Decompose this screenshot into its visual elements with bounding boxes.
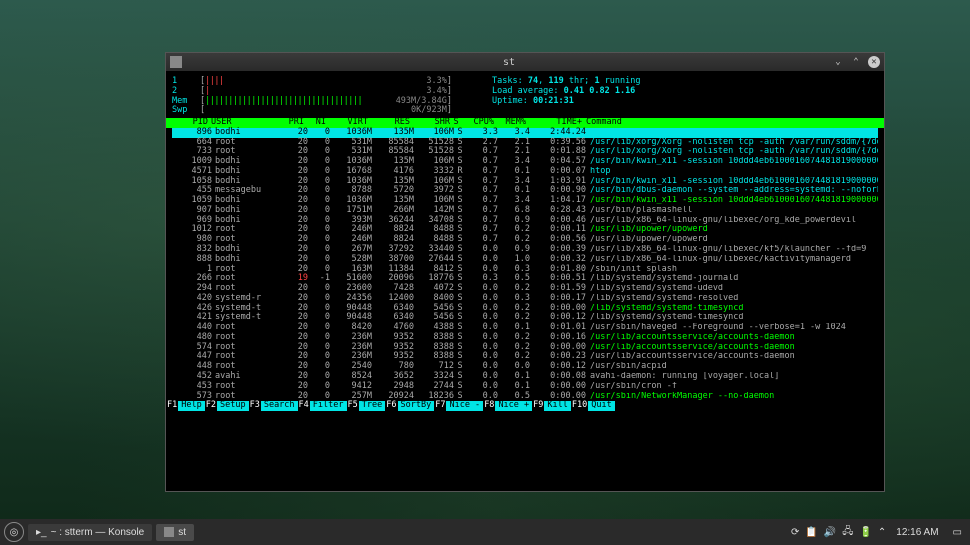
fkey-f8[interactable]: F8 — [483, 401, 495, 411]
terminal-window: st ⌄ ⌃ ✕ 1 [||||3.3%] 2 [|3.4%] Mem [|||… — [165, 52, 885, 492]
fkey-f7[interactable]: F7 — [434, 401, 446, 411]
window-titlebar[interactable]: st ⌄ ⌃ ✕ — [166, 53, 884, 71]
htop-output: 1 [||||3.3%] 2 [|3.4%] Mem [||||||||||||… — [166, 71, 884, 491]
fkey-f5[interactable]: F5 — [347, 401, 359, 411]
window-app-icon — [170, 56, 182, 68]
taskbar-item-konsole[interactable]: ▸_ ~ : stterm — Konsole — [28, 524, 152, 541]
system-info: Tasks: 74, 119 thr; 1 running Load avera… — [492, 77, 641, 116]
fkey-label[interactable]: Search — [261, 401, 298, 411]
updates-icon[interactable]: ⟳ — [791, 527, 799, 538]
fkey-label[interactable]: Setup — [217, 401, 249, 411]
terminal-icon: ▸_ — [36, 527, 47, 538]
swp-meter: Swp [0K/923M] — [172, 106, 452, 116]
fkey-label[interactable]: Quit — [588, 401, 614, 411]
fkey-f10[interactable]: F10 — [571, 401, 588, 411]
volume-icon[interactable]: 🔊 — [824, 527, 836, 538]
clock[interactable]: 12:16 AM — [890, 527, 944, 538]
window-maximize-icon[interactable]: ⌃ — [850, 56, 862, 68]
fkey-label[interactable]: Kill — [544, 401, 570, 411]
fkey-f6[interactable]: F6 — [385, 401, 397, 411]
fkey-f3[interactable]: F3 — [249, 401, 261, 411]
battery-icon[interactable]: 🔋 — [859, 527, 871, 538]
chevron-up-icon[interactable]: ⌃ — [878, 527, 886, 538]
fkey-label[interactable]: SortBy — [398, 401, 435, 411]
function-key-bar[interactable]: F1HelpF2SetupF3SearchF4FilterF5TreeF6Sor… — [166, 401, 884, 411]
fkey-f9[interactable]: F9 — [532, 401, 544, 411]
cpu1-meter: 1 [||||3.3%] — [172, 77, 452, 87]
show-desktop-icon[interactable]: ▭ — [949, 527, 966, 538]
window-minimize-icon[interactable]: ⌄ — [832, 56, 844, 68]
fkey-f2[interactable]: F2 — [205, 401, 217, 411]
clipboard-icon[interactable]: 📋 — [805, 527, 817, 538]
window-title: st — [186, 57, 832, 68]
fkey-label[interactable]: Nice - — [446, 401, 483, 411]
fkey-f4[interactable]: F4 — [298, 401, 310, 411]
window-close-icon[interactable]: ✕ — [868, 56, 880, 68]
process-list[interactable]: 896bodhi2001036M135M106MS3.33.42:44.24/u… — [172, 128, 878, 401]
fkey-label[interactable]: Tree — [359, 401, 385, 411]
fkey-label[interactable]: Nice + — [495, 401, 532, 411]
fkey-f1[interactable]: F1 — [166, 401, 178, 411]
mem-meter: Mem [||||||||||||||||||||||||||||||||||4… — [172, 97, 452, 107]
network-icon[interactable]: 🖧 — [842, 524, 853, 541]
app-icon — [164, 527, 174, 537]
app-menu-icon[interactable]: ◎ — [4, 522, 24, 542]
fkey-label[interactable]: Help — [178, 401, 204, 411]
fkey-label[interactable]: Filter — [310, 401, 347, 411]
taskbar-item-st[interactable]: st — [156, 524, 194, 541]
taskbar[interactable]: ◎ ▸_ ~ : stterm — Konsole st ⟳ 📋 🔊 🖧 🔋 ⌃… — [0, 519, 970, 545]
system-tray: ⟳ 📋 🔊 🖧 🔋 ⌃ — [791, 524, 886, 541]
